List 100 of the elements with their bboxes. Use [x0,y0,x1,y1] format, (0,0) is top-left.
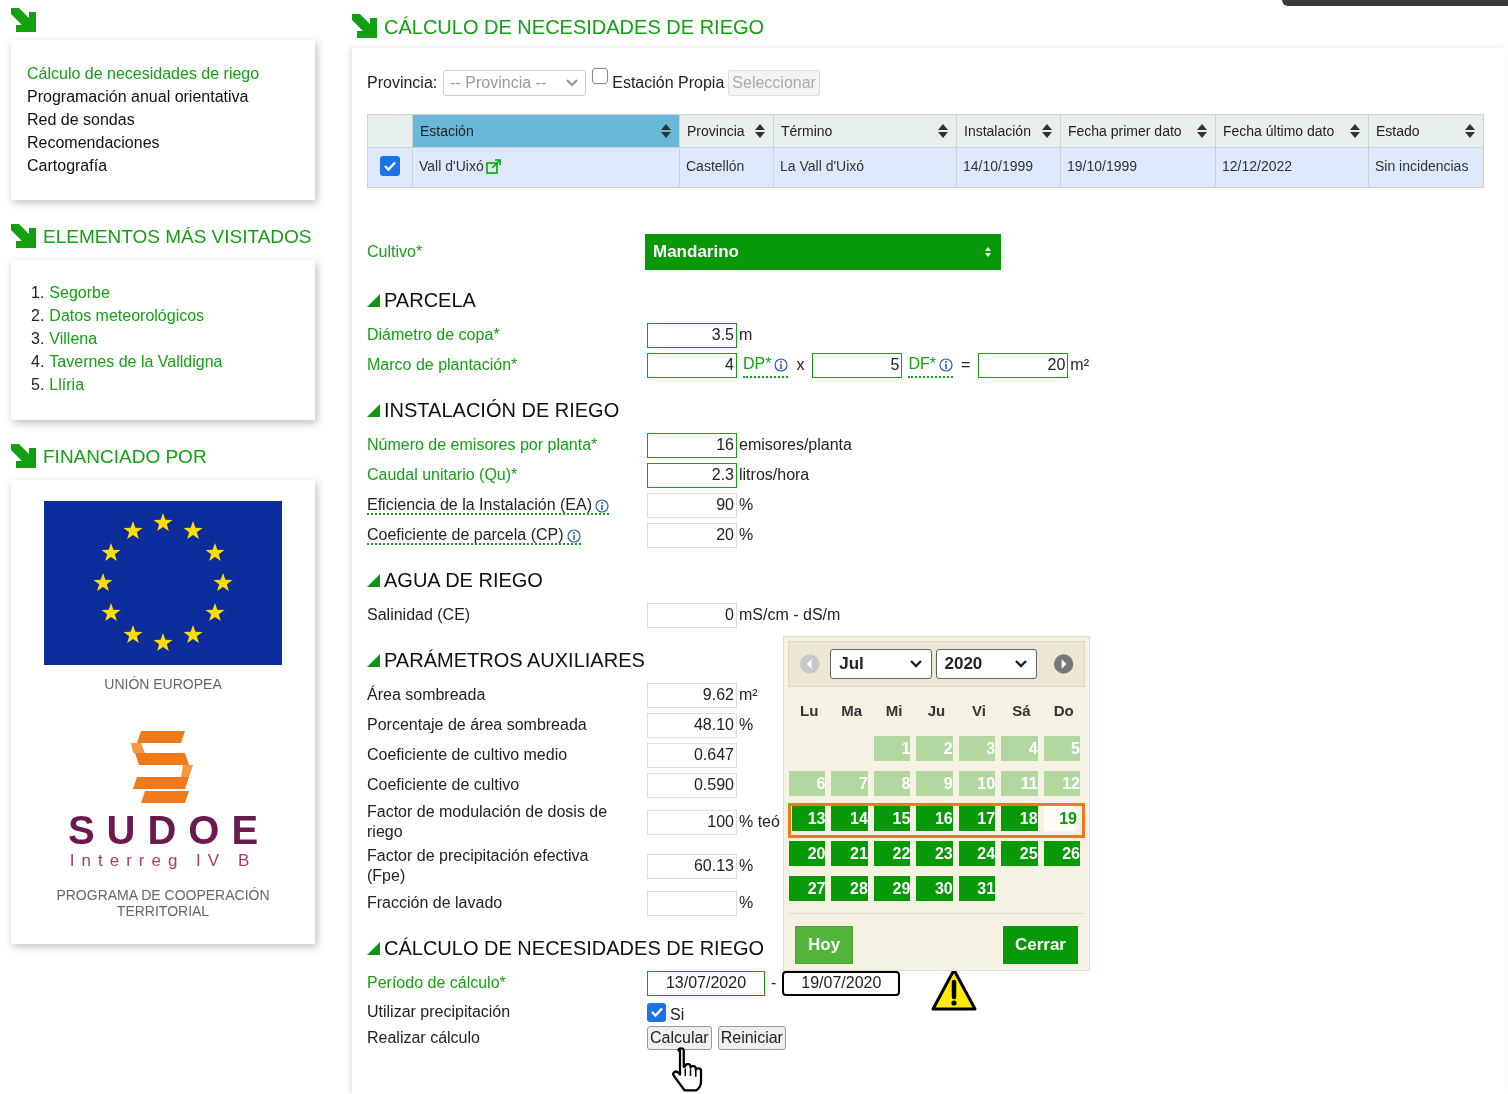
input-field[interactable]: 100 [647,809,737,835]
field-label: Fracción de lavado [367,893,504,913]
info-icon[interactable] [595,499,609,513]
operator-label: x [796,355,805,375]
table-cell: 12/12/2022 [1215,147,1369,188]
action-button[interactable]: Reiniciar [717,1026,786,1050]
weekday-label: Sá [1011,700,1032,721]
day-cell[interactable]: 18 [1000,803,1043,838]
unit-label: litros/hora [739,465,810,485]
triangle-icon [367,403,380,417]
input-field[interactable]: 13/07/2020 [647,970,765,996]
input-field[interactable]: 3.5 [647,322,737,348]
input-field[interactable]: 20 [978,352,1069,378]
input-field[interactable] [647,890,737,916]
list-number: 1. [31,283,45,303]
column-header[interactable]: Estado [1368,114,1484,148]
field-label: Marco de plantación* [367,355,519,375]
section-title: PARÁMETROS AUXILIARES [384,648,645,673]
action-button[interactable]: Calcular [647,1026,712,1050]
sort-icon[interactable] [1196,123,1208,139]
operator-label: = [961,355,971,375]
info-icon[interactable] [774,358,789,372]
sort-icon[interactable] [754,123,766,139]
input-field[interactable]: 2.3 [647,462,737,488]
sort-icon[interactable] [1349,123,1361,139]
day-cell[interactable]: 19 [1042,803,1085,838]
day-cell[interactable]: 15 [872,803,916,838]
station-link[interactable]: Vall d'Uixó [419,156,484,177]
unit-label: emisores/planta [739,435,852,455]
visited-link[interactable]: Villena [49,327,98,350]
menu-link[interactable]: Cálculo de necesidades de riego [27,62,315,85]
column-header[interactable]: Instalación [956,114,1061,148]
crop-select[interactable]: Mandarino [645,234,1001,270]
visited-link[interactable]: Segorbe [49,281,110,304]
visited-link[interactable]: Llíria [49,373,85,396]
column-header[interactable]: Fecha último dato [1215,114,1369,148]
field-label: Eficiencia de la Instalación (EA) [367,495,622,515]
input-field[interactable]: 5 [812,352,903,378]
logo-caption: UNIÓN EUROPEA [104,675,222,694]
input-field[interactable]: 0 [647,602,737,628]
province-select[interactable]: -- Provincia -- [443,70,587,96]
sort-icon[interactable] [660,123,672,139]
checkbox[interactable] [592,68,609,84]
day-cell[interactable]: 17 [957,803,1001,838]
column-header[interactable]: Provincia [679,114,774,148]
section-title: PARCELA [384,288,476,313]
close-button[interactable]: Cerrar [1002,926,1078,964]
input-field[interactable]: 48.10 [647,712,737,738]
table-cell: 14/10/1999 [956,147,1061,188]
weekday-label: Mi [884,700,904,721]
column-header[interactable]: Término [773,114,957,148]
input-field[interactable]: 0.590 [647,772,737,798]
input-field[interactable]: 16 [647,432,737,458]
next-icon[interactable] [1052,653,1074,675]
field-label: Salinidad (CE) [367,605,472,625]
menu-link[interactable]: Red de sondas [27,108,315,131]
visited-link[interactable]: Datos meteorológicos [49,304,205,327]
unit-label: % [739,495,754,515]
input-field[interactable]: 90 [647,492,737,518]
sort-icon[interactable] [937,123,949,139]
unit-label: m² [1070,355,1089,375]
external-link-icon[interactable] [485,159,501,174]
year-select[interactable]: 2020 [935,649,1037,679]
page-title: CÁLCULO DE NECESIDADES DE RIEGO [384,16,765,38]
sort-icon[interactable] [1464,123,1476,139]
menu-link[interactable]: Programación anual orientativa [27,85,315,108]
input-field[interactable]: 4 [647,352,737,378]
menu-link[interactable]: Cartografía [27,154,315,177]
input-field[interactable]: 9.62 [647,682,737,708]
checkbox-label: Si [670,1005,685,1025]
logo-subtitle: Interreg IV B [69,851,257,871]
input-field[interactable]: 19/07/2020 [782,970,901,996]
column-header[interactable]: Fecha primer dato [1060,114,1216,148]
input-field[interactable]: 60.13 [647,853,737,879]
list-number: 4. [31,352,45,372]
dimension-label: DP* [743,352,789,378]
unit-label: m² [739,685,758,705]
column-header[interactable]: Estación [412,114,680,148]
visited-link[interactable]: Tavernes de la Valldigna [49,350,223,373]
triangle-icon [367,573,380,587]
info-icon[interactable] [566,529,581,543]
logo-name: SUDOE [67,809,271,851]
day-cell[interactable]: 13 [788,803,831,838]
arrow-icon [11,444,37,468]
day-cell[interactable]: 16 [915,803,958,838]
info-icon[interactable] [939,358,953,372]
table-cell: Castellón [679,147,774,188]
section-title: CÁLCULO DE NECESIDADES DE RIEGO [384,936,765,961]
input-field[interactable]: 0.647 [647,742,737,768]
day-cell[interactable]: 14 [830,803,873,838]
checkbox[interactable] [647,1002,666,1022]
input-field[interactable]: 20 [647,522,737,548]
list-number: 5. [31,375,45,395]
menu-link[interactable]: Recomendaciones [27,131,315,154]
checkbox[interactable] [380,156,400,176]
weekday-label: Ju [926,700,947,721]
sort-icon[interactable] [1041,123,1053,139]
today-button[interactable]: Hoy [795,926,854,964]
field-label: Área sombreada [367,685,487,705]
month-select[interactable]: Jul [830,649,932,679]
